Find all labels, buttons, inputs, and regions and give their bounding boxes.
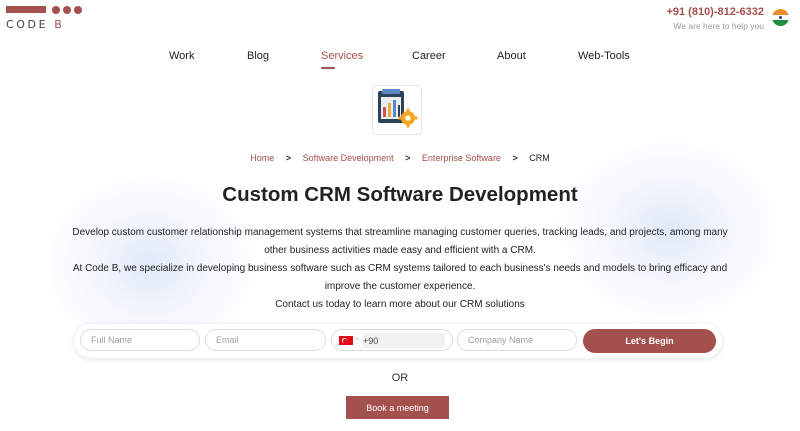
description-paragraph: Develop custom customer relationship man… [72,227,728,256]
logo-dot [52,6,60,14]
logo-dot [63,6,71,14]
nav-item-web-tools[interactable]: Web-Tools [578,50,630,62]
description-paragraph: At Code B, we specialize in developing b… [72,263,728,292]
lets-begin-button[interactable]: Let's Begin [583,329,716,353]
description-paragraph: Contact us today to learn more about our… [275,299,525,310]
turkey-flag-icon[interactable] [339,336,353,345]
contact-tagline: We are here to help you [673,21,764,31]
india-flag-icon[interactable] [772,9,789,26]
nav-item-blog[interactable]: Blog [247,50,269,62]
country-code-dropdown-indicator[interactable]: - [356,334,359,343]
breadcrumb-separator: > [512,153,518,163]
breadcrumb-separator: > [405,153,411,163]
logo-bar [6,6,46,13]
nav-item-work[interactable]: Work [169,50,194,62]
logo[interactable]: CODE B [6,6,82,31]
phone-input[interactable] [363,333,445,348]
lead-form: - Let's Begin [74,324,722,358]
logo-text-main: CODE [6,18,49,31]
breadcrumb: Home > Software Development > Enterprise… [0,153,800,163]
page-description: Develop custom customer relationship man… [60,224,740,314]
book-meeting-button[interactable]: Book a meeting [346,396,449,419]
contact-info: +91 (810)-812-6332 We are here to help y… [666,6,764,31]
nav-active-indicator [321,67,335,69]
nav-item-about[interactable]: About [497,50,526,62]
nav-item-career[interactable]: Career [412,50,446,62]
company-name-input[interactable] [457,329,577,351]
main-nav: Work Blog Services Career About Web-Tool… [0,50,800,74]
logo-text: CODE B [6,18,64,31]
page-title: Custom CRM Software Development [222,183,578,206]
breadcrumb-item-software-development[interactable]: Software Development [303,153,394,163]
phone-field[interactable]: - [331,329,453,351]
full-name-input[interactable] [80,329,200,351]
or-divider: OR [391,372,409,384]
nav-item-services[interactable]: Services [321,50,363,62]
breadcrumb-item-home[interactable]: Home [250,153,274,163]
logo-text-accent: B [54,18,65,31]
breadcrumb-item-enterprise-software[interactable]: Enterprise Software [422,153,501,163]
phone-number[interactable]: +91 (810)-812-6332 [666,6,764,18]
logo-dot [74,6,82,14]
breadcrumb-separator: > [285,153,292,163]
email-input[interactable] [205,329,326,351]
crm-software-gear-icon [372,85,422,135]
breadcrumb-current: CRM [529,153,550,163]
